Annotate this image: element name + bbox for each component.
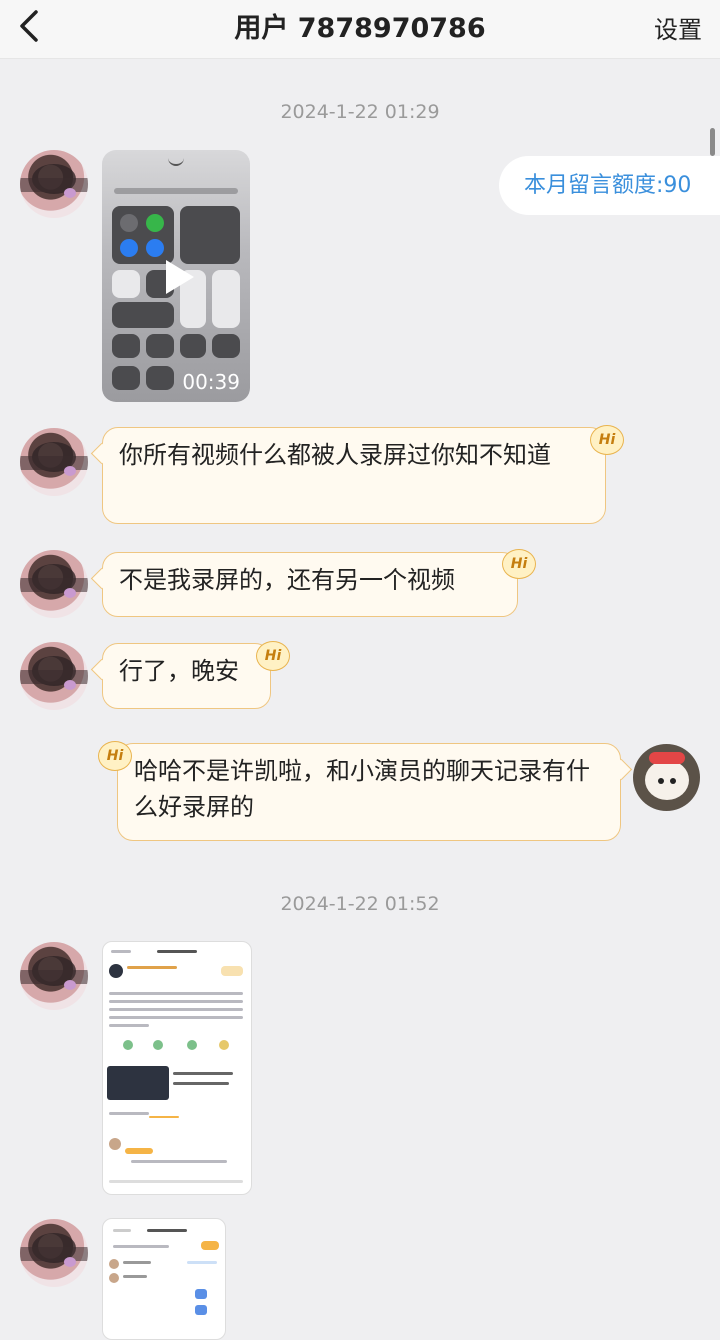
avatar[interactable] bbox=[20, 428, 88, 496]
message-text: 哈哈不是许凯啦，和小演员的聊天记录有什么好录屏的 bbox=[134, 757, 590, 821]
page-title: 用户 7878970786 bbox=[234, 13, 486, 44]
hi-badge-icon: Hi bbox=[256, 641, 290, 671]
message-quota-badge: 本月留言额度:90 bbox=[499, 156, 720, 215]
avatar[interactable] bbox=[20, 150, 88, 218]
hi-badge-icon: Hi bbox=[98, 741, 132, 771]
avatar[interactable] bbox=[20, 642, 88, 710]
message-text: 你所有视频什么都被人录屏过你知不知道 bbox=[119, 441, 551, 469]
timestamp: 2024-1-22 01:29 bbox=[280, 101, 440, 123]
message-bubble[interactable]: 你所有视频什么都被人录屏过你知不知道 bbox=[102, 427, 606, 524]
message-bubble[interactable]: 行了，晚安 bbox=[102, 643, 271, 709]
video-duration: 00:39 bbox=[182, 370, 240, 394]
settings-button[interactable]: 设置 bbox=[654, 10, 702, 45]
image-message[interactable] bbox=[102, 941, 252, 1195]
message-text: 不是我录屏的，还有另一个视频 bbox=[119, 566, 455, 594]
nav-bar: 用户 7878970786 设置 bbox=[0, 0, 720, 59]
message-text: 行了，晚安 bbox=[119, 657, 239, 685]
avatar[interactable] bbox=[20, 942, 88, 1010]
scrollbar[interactable] bbox=[710, 128, 715, 156]
play-icon bbox=[166, 260, 194, 294]
video-message[interactable]: 00:39 bbox=[102, 150, 250, 402]
own-message-bubble[interactable]: 哈哈不是许凯啦，和小演员的聊天记录有什么好录屏的 bbox=[117, 743, 621, 841]
avatar[interactable] bbox=[20, 1219, 88, 1287]
own-avatar[interactable] bbox=[633, 744, 700, 811]
timestamp: 2024-1-22 01:52 bbox=[280, 893, 440, 915]
avatar[interactable] bbox=[20, 550, 88, 618]
image-message[interactable] bbox=[102, 1218, 226, 1340]
hi-badge-icon: Hi bbox=[590, 425, 624, 455]
hi-badge-icon: Hi bbox=[502, 549, 536, 579]
message-bubble[interactable]: 不是我录屏的，还有另一个视频 bbox=[102, 552, 518, 617]
